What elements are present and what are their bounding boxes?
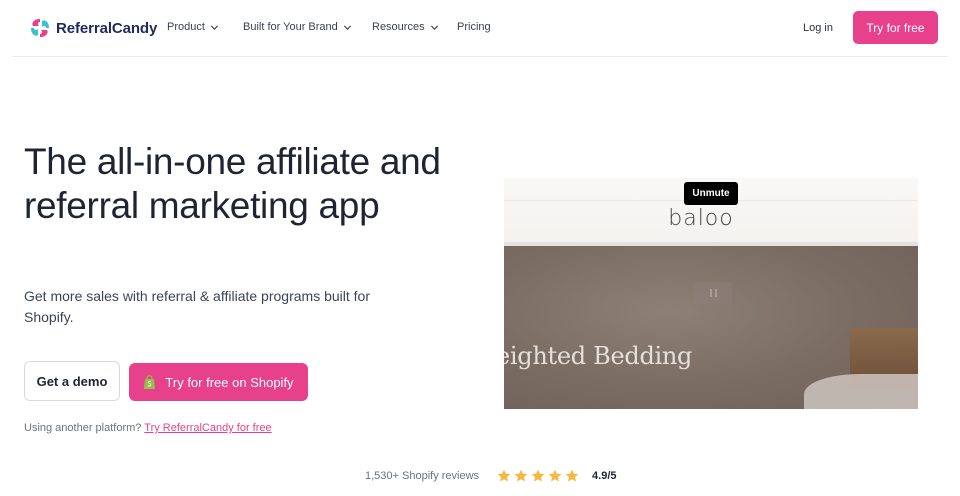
login-link[interactable]: Log in	[803, 22, 833, 34]
other-platform-text: Using another platform?	[24, 422, 145, 434]
star-rating	[497, 469, 579, 483]
star-icon	[565, 469, 579, 482]
video-brand-wordmark: baloo	[668, 206, 734, 231]
referralcandy-logo[interactable]: ReferralCandy	[28, 16, 157, 40]
shopify-button-label: Try for free on Shopify	[165, 374, 294, 390]
chevron-down-icon	[343, 24, 351, 30]
try-for-free-button[interactable]: Try for free	[853, 11, 938, 44]
reviews-summary: 1,530+ Shopify reviews 4.9/5	[365, 469, 617, 483]
top-navigation: ReferralCandy Product Built for Your Bra…	[0, 0, 960, 57]
other-platform-note: Using another platform? Try ReferralCand…	[24, 422, 272, 434]
nav-item-pricing[interactable]: Pricing	[457, 21, 491, 33]
shopify-bag-icon	[144, 374, 156, 389]
pause-icon[interactable]	[694, 282, 732, 304]
video-caption: eighted Bedding	[504, 342, 693, 370]
nav-item-label: Built for Your Brand	[243, 21, 338, 33]
nav-item-built-for-your-brand[interactable]: Built for Your Brand	[243, 21, 352, 33]
try-free-on-shopify-button[interactable]: Try for free on Shopify	[129, 363, 308, 401]
star-icon	[497, 469, 511, 482]
nav-item-label: Resources	[372, 21, 425, 33]
bed-cover-image	[804, 374, 918, 409]
unmute-button[interactable]: Unmute	[684, 182, 738, 205]
get-a-demo-button[interactable]: Get a demo	[24, 361, 120, 401]
nav-item-label: Product	[167, 21, 205, 33]
chevron-down-icon	[430, 24, 438, 30]
try-referralcandy-link[interactable]: Try ReferralCandy for free	[144, 422, 271, 434]
hero-subheadline: Get more sales with referral & affiliate…	[24, 288, 370, 325]
hero-video[interactable]: baloo eighted Bedding	[504, 178, 918, 409]
review-count: 1,530+ Shopify reviews	[365, 470, 480, 482]
nav-item-label: Pricing	[457, 21, 491, 33]
star-icon	[531, 469, 545, 482]
star-icon	[548, 469, 562, 482]
referralcandy-logo-icon	[31, 19, 49, 37]
chevron-down-icon	[210, 24, 218, 30]
logo-text: ReferralCandy	[56, 19, 158, 37]
hero-headline: The all-in-one affiliate and referral ma…	[24, 141, 441, 226]
rating-score: 4.9/5	[592, 470, 617, 482]
nav-item-resources[interactable]: Resources	[372, 21, 439, 33]
star-icon	[514, 469, 528, 482]
nav-item-product[interactable]: Product	[167, 21, 219, 33]
nav-divider	[12, 56, 948, 57]
